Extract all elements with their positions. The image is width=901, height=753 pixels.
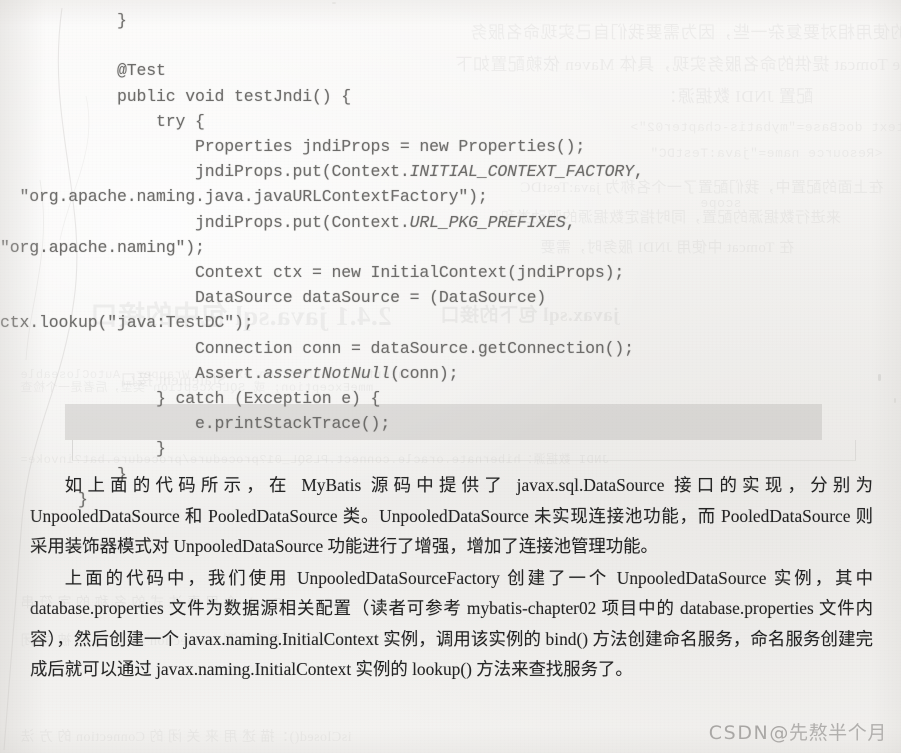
code-listing: } @Test public void testJndi() { try { P… [0, 0, 901, 509]
code-listing-text: } @Test public void testJndi() { try { P… [0, 11, 644, 509]
body-prose: 如上面的代码所示，在 MyBatis 源码中提供了 javax.sql.Data… [30, 470, 873, 685]
paragraph-unpooled-factory-usage: 上面的代码中，我们使用 UnpooledDataSourceFactory 创建… [30, 567, 873, 680]
scanned-page: 在实际的 Java SE 项目中，JNDI 的使用相对要复杂一些，因为需要我们自… [0, 0, 901, 753]
paragraph-datasource-implementations: 如上面的代码所示，在 MyBatis 源码中提供了 javax.sql.Data… [30, 475, 873, 556]
